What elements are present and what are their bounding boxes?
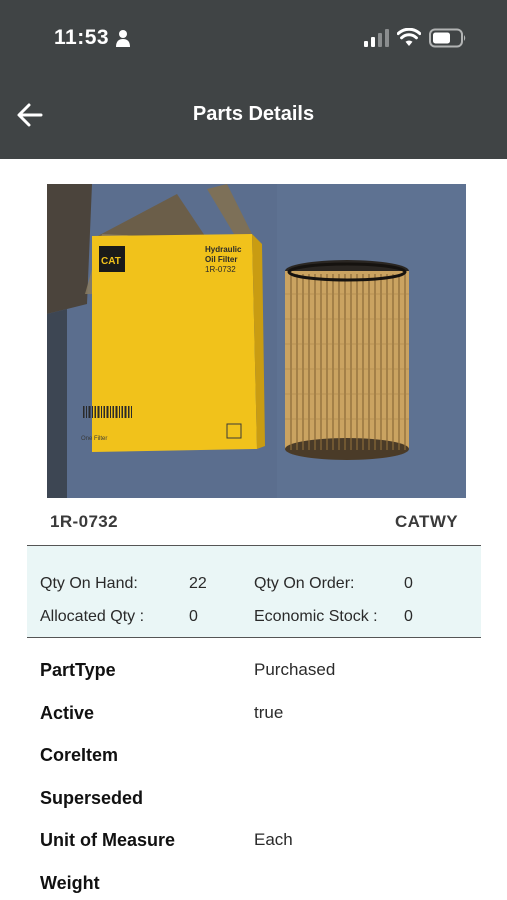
warehouse-code: CATWY xyxy=(394,512,458,531)
part-number: 1R-0732 xyxy=(50,512,119,531)
detail-label-coreitem: CoreItem xyxy=(40,745,119,765)
app-header: 11:53 Parts Details xyxy=(0,0,507,159)
detail-value-active: true xyxy=(254,703,284,722)
oil-filter-image xyxy=(285,260,409,460)
economic-stock-label: Economic Stock : xyxy=(254,608,378,625)
detail-label-active: Active xyxy=(40,703,95,723)
detail-label-parttype: PartType xyxy=(40,660,116,680)
quantity-panel: Qty On Hand: 22 Qty On Order: 0 Allocate… xyxy=(27,545,481,638)
box-part-text: 1R-0732 xyxy=(205,265,236,274)
box-brand-text: CAT xyxy=(101,256,121,267)
signal-icon xyxy=(364,29,389,47)
qty-on-order-label: Qty On Order: xyxy=(254,575,355,592)
economic-stock-value: 0 xyxy=(404,608,413,625)
battery-icon xyxy=(429,28,466,48)
detail-label-superseded: Superseded xyxy=(40,788,144,808)
detail-label-weight: Weight xyxy=(40,873,100,893)
person-icon xyxy=(116,30,130,47)
status-time: 11:53 xyxy=(54,26,110,49)
detail-value-parttype: Purchased xyxy=(254,660,336,679)
page-title: Parts Details xyxy=(192,103,315,125)
qty-on-hand-value: 22 xyxy=(189,575,207,592)
detail-value-unit-of-measure: Each xyxy=(254,830,293,849)
wifi-icon xyxy=(397,28,421,46)
barcode-icon xyxy=(83,406,132,418)
box-footer-text: One Filter xyxy=(81,436,107,442)
part-photo[interactable]: CAT Hydraulic Oil Filter 1R-0732 One Fil… xyxy=(47,184,466,498)
allocated-qty-label: Allocated Qty : xyxy=(40,608,145,625)
allocated-qty-value: 0 xyxy=(189,608,198,625)
qty-on-hand-label: Qty On Hand: xyxy=(40,575,138,592)
qty-on-order-value: 0 xyxy=(404,575,413,592)
part-photo-image: CAT Hydraulic Oil Filter 1R-0732 One Fil… xyxy=(47,184,466,498)
box-line1-text: Hydraulic xyxy=(205,245,242,254)
box-line2-text: Oil Filter xyxy=(205,255,237,264)
detail-label-unit-of-measure: Unit of Measure xyxy=(40,830,176,850)
